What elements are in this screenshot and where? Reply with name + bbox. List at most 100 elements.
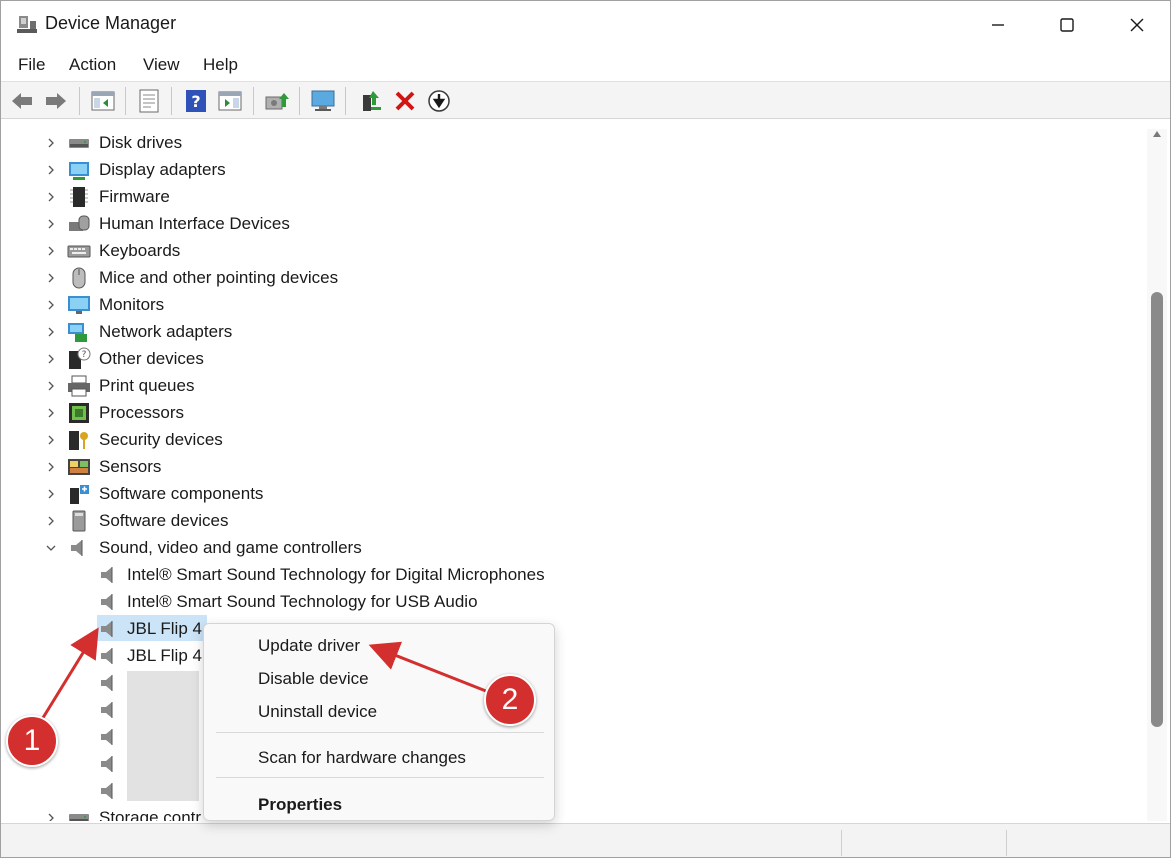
monitor-icon	[68, 296, 90, 314]
tree-category[interactable]: Keyboards	[5, 238, 705, 265]
chevron-right-icon[interactable]	[45, 488, 57, 500]
chevron-right-icon[interactable]	[45, 137, 57, 149]
tree-category[interactable]: Network adapters	[5, 319, 705, 346]
tree-category-label: Mice and other pointing devices	[99, 268, 339, 287]
update-driver-icon	[265, 93, 289, 110]
tree-category[interactable]: Security devices	[5, 427, 705, 454]
help-icon: ?	[186, 90, 206, 112]
tree-category-label: Software devices	[99, 511, 229, 530]
chevron-right-icon[interactable]	[45, 191, 57, 203]
chevron-right-icon[interactable]	[45, 299, 57, 311]
tree-device-item[interactable]: Intel® Smart Sound Technology for Digita…	[5, 562, 705, 589]
tree-category[interactable]: Print queues	[5, 373, 705, 400]
uninstall-button[interactable]	[392, 88, 418, 114]
help-button[interactable]: ?	[183, 88, 209, 114]
tree-category[interactable]: Firmware	[5, 184, 705, 211]
enable-device-button[interactable]	[358, 88, 384, 114]
chevron-right-icon[interactable]	[45, 272, 57, 284]
tree-category[interactable]: Software components	[5, 481, 705, 508]
speaker-icon	[101, 729, 113, 745]
maximize-icon	[1060, 17, 1074, 32]
back-button[interactable]	[9, 88, 35, 114]
sensor-icon	[68, 459, 90, 475]
tree-category-label: Storage contr	[99, 808, 202, 821]
minimize-icon	[992, 23, 1004, 26]
context-update-driver[interactable]: Update driver	[258, 636, 360, 656]
maximize-button[interactable]	[1032, 1, 1102, 48]
uninstall-icon	[395, 91, 415, 111]
tree-category[interactable]: Display adapters	[5, 157, 705, 184]
scroll-up-icon[interactable]	[1152, 129, 1162, 139]
tree-category-label: Print queues	[99, 376, 195, 395]
chevron-right-icon[interactable]	[45, 515, 57, 527]
device-manager-window: Device Manager File Action View Help ? D…	[0, 0, 1171, 858]
tree-category[interactable]: Sound, video and game controllers	[5, 535, 705, 562]
context-divider	[216, 777, 544, 778]
chevron-right-icon[interactable]	[45, 407, 57, 419]
menu-file[interactable]: File	[14, 55, 49, 75]
context-scan-hardware[interactable]: Scan for hardware changes	[258, 748, 466, 768]
scan-hardware-button[interactable]	[310, 88, 336, 114]
tree-category-label: Network adapters	[99, 322, 233, 341]
close-button[interactable]	[1102, 1, 1170, 48]
title-bar: Device Manager	[1, 1, 1170, 48]
forward-button[interactable]	[43, 88, 69, 114]
chevron-down-icon[interactable]	[45, 542, 57, 554]
vertical-scrollbar[interactable]	[1147, 129, 1167, 821]
show-hide-console-tree-button[interactable]	[90, 88, 116, 114]
tree-category[interactable]: Mice and other pointing devices	[5, 265, 705, 292]
tree-category-label: Security devices	[99, 430, 223, 449]
tree-category-label: Display adapters	[99, 160, 226, 179]
tree-category[interactable]: Sensors	[5, 454, 705, 481]
redacted-area	[127, 671, 199, 801]
chevron-right-icon[interactable]	[45, 353, 57, 365]
action-pane-icon	[218, 91, 242, 111]
tree-category[interactable]: Processors	[5, 400, 705, 427]
tree-category[interactable]: ? Other devices	[5, 346, 705, 373]
display-adapter-icon	[69, 162, 89, 180]
toolbar-divider	[345, 87, 346, 115]
chevron-right-icon[interactable]	[45, 380, 57, 392]
chevron-right-icon[interactable]	[45, 218, 57, 230]
scrollbar-thumb[interactable]	[1151, 292, 1163, 727]
other-devices-icon: ?	[69, 347, 91, 369]
security-device-icon	[69, 431, 88, 450]
menu-action[interactable]: Action	[65, 55, 120, 75]
disable-button[interactable]	[426, 88, 452, 114]
status-divider	[841, 830, 842, 856]
device-tree: Disk drives Display adapters Firmware Human…	[5, 129, 1145, 821]
minimize-button[interactable]	[963, 1, 1033, 48]
tree-category[interactable]: Monitors	[5, 292, 705, 319]
speaker-icon	[101, 567, 113, 583]
annotation-badge-1: 1	[6, 715, 58, 767]
firmware-icon	[70, 187, 88, 207]
speaker-icon	[101, 648, 113, 664]
context-disable-device[interactable]: Disable device	[258, 669, 369, 689]
close-icon	[1130, 18, 1144, 31]
tree-category[interactable]: Human Interface Devices	[5, 211, 705, 238]
chevron-right-icon[interactable]	[45, 326, 57, 338]
tree-category[interactable]: Software devices	[5, 508, 705, 535]
processor-icon	[69, 403, 89, 423]
annotation-badge-2: 2	[484, 674, 536, 726]
context-uninstall-device[interactable]: Uninstall device	[258, 702, 377, 722]
chevron-right-icon[interactable]	[45, 164, 57, 176]
tree-category-label: Firmware	[99, 187, 170, 206]
menu-view[interactable]: View	[139, 55, 184, 75]
status-divider	[1006, 830, 1007, 856]
action-pane-button[interactable]	[217, 88, 243, 114]
speaker-icon	[101, 621, 113, 637]
speaker-icon	[71, 540, 83, 556]
chevron-right-icon[interactable]	[45, 245, 57, 257]
menu-help[interactable]: Help	[199, 55, 242, 75]
update-driver-button[interactable]	[264, 88, 290, 114]
disk-drive-icon	[69, 139, 89, 148]
chevron-right-icon[interactable]	[45, 812, 57, 821]
context-properties[interactable]: Properties	[258, 795, 342, 815]
tree-category[interactable]: Disk drives	[5, 130, 705, 157]
chevron-right-icon[interactable]	[45, 434, 57, 446]
chevron-right-icon[interactable]	[45, 461, 57, 473]
properties-button[interactable]	[136, 88, 162, 114]
tree-device-item[interactable]: Intel® Smart Sound Technology for USB Au…	[5, 589, 705, 616]
tree-category-label: Disk drives	[99, 133, 183, 152]
